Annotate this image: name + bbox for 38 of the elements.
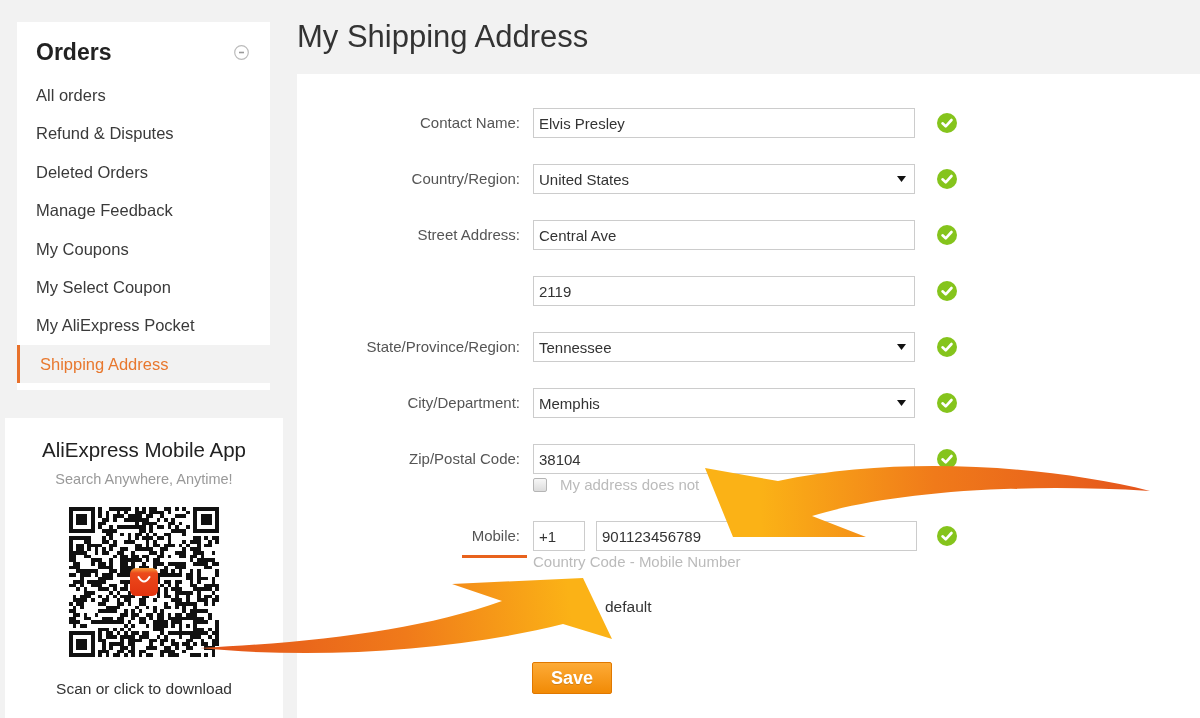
- caret-icon: [897, 176, 906, 182]
- dropdown-field[interactable]: United States: [533, 164, 915, 194]
- field-label: Country/Region:: [410, 169, 521, 189]
- hint-text: Country Code - Mobile Number: [533, 553, 742, 571]
- qr-code[interactable]: [69, 507, 219, 657]
- caret-icon: [897, 400, 906, 406]
- sidebar-item[interactable]: My Coupons: [17, 229, 270, 268]
- minus-circle-icon[interactable]: [234, 44, 249, 60]
- field-label: State/Province/Region:: [365, 337, 521, 357]
- dropdown-field[interactable]: Tennessee: [533, 332, 915, 362]
- checkbox-label: My address does not: [560, 475, 700, 495]
- text-field[interactable]: 38104: [533, 444, 915, 474]
- sidebar-title: Orders: [36, 38, 112, 67]
- text-field[interactable]: 2119: [533, 276, 915, 306]
- field-label: Mobile:: [470, 526, 521, 546]
- sidebar-item[interactable]: My Select Coupon: [17, 267, 270, 307]
- sidebar-item[interactable]: My AliExpress Pocket: [17, 306, 270, 345]
- page-title: My Shipping Address: [297, 18, 590, 56]
- app-logo-icon: [130, 568, 158, 596]
- option-label: default: [605, 598, 652, 615]
- text-field[interactable]: Elvis Presley: [533, 108, 915, 138]
- field-label: Zip/Postal Code:: [408, 449, 521, 469]
- field-label: Street Address:: [416, 225, 521, 245]
- sidebar-item[interactable]: All orders: [17, 76, 270, 115]
- checkbox[interactable]: [533, 478, 547, 492]
- text-field[interactable]: Central Ave: [533, 220, 915, 250]
- field-label: Contact Name:: [418, 113, 521, 133]
- country-code-field[interactable]: +1: [533, 521, 585, 551]
- app-subtitle: Search Anywhere, Anytime!: [55, 470, 233, 489]
- sidebar-item[interactable]: Refund & Disputes: [17, 114, 270, 153]
- download-caption: Scan or click to download: [56, 679, 232, 699]
- sidebar-item[interactable]: Manage Feedback: [17, 191, 270, 230]
- app-title: AliExpress Mobile App: [42, 437, 246, 463]
- underline-mark: [462, 555, 527, 558]
- sidebar-item[interactable]: Deleted Orders: [17, 152, 270, 192]
- field-label: City/Department:: [406, 393, 521, 413]
- caret-icon: [897, 344, 906, 350]
- dropdown-field[interactable]: Memphis: [533, 388, 915, 418]
